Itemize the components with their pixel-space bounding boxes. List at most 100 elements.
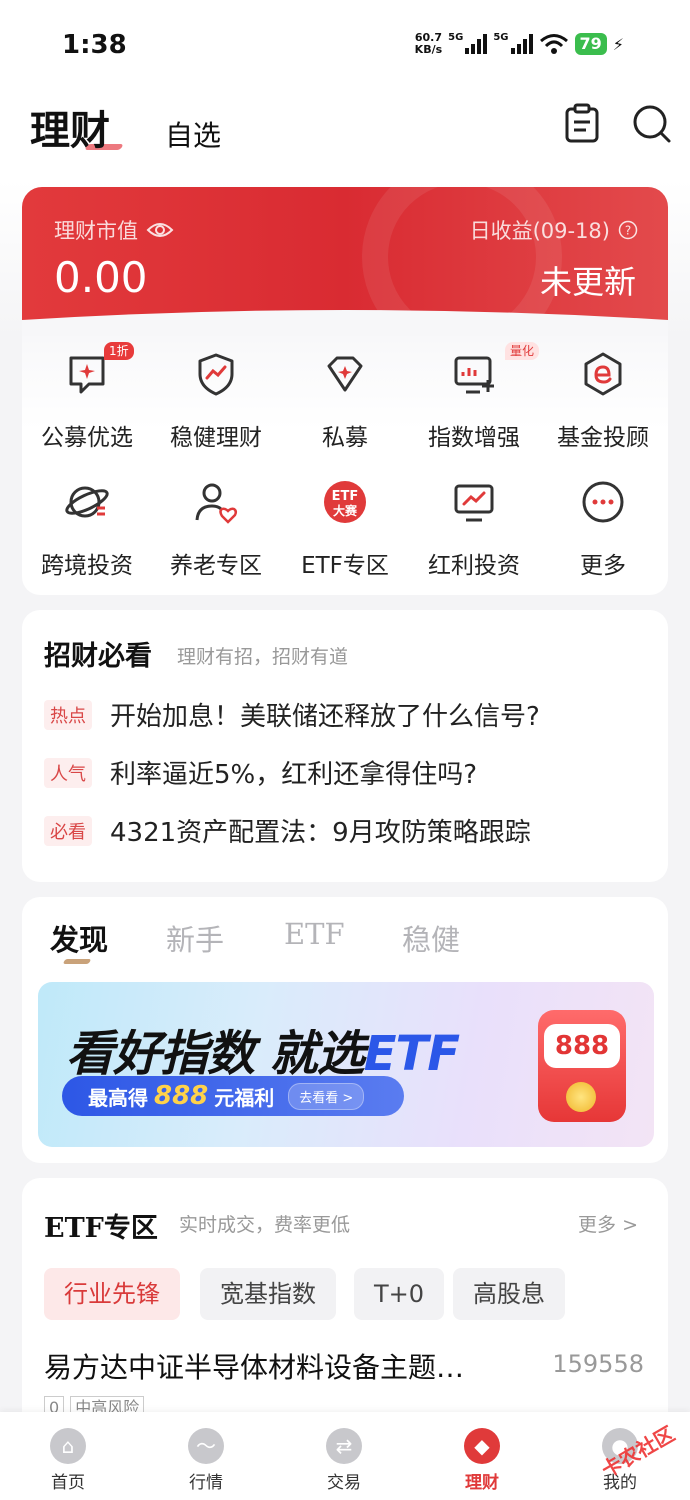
hexagon-e-icon (584, 352, 622, 396)
article-item[interactable]: 人气 利率逼近5%，红利还拿得住吗? (44, 754, 477, 791)
red-envelope-icon: 888 (538, 1010, 626, 1122)
tab-steady[interactable]: 稳健 (402, 917, 460, 959)
grid-label: 公募优选 (41, 425, 133, 451)
banner-go-button[interactable]: 去看看 > (288, 1082, 365, 1110)
grid-badge-discount: 1折 (104, 342, 134, 360)
exchange-icon: ⇄ (326, 1428, 362, 1464)
grid-item-more[interactable]: 更多 (538, 470, 668, 580)
chip-t0[interactable]: T+0 (354, 1268, 445, 1320)
grid-item-steady-wealth[interactable]: 稳健理财 (151, 342, 281, 452)
grid-label: 养老专区 (170, 553, 262, 579)
promo-banner[interactable]: 看好指数 就选ETF 最高得 888 元福利 去看看 > 888 (38, 982, 654, 1147)
market-trend-icon: 〜 (188, 1428, 224, 1464)
daily-income-value: 未更新 (539, 263, 636, 301)
grid-item-cross-border[interactable]: 跨境投资 (22, 470, 152, 580)
tab-watchlist[interactable]: 自选 (165, 114, 221, 154)
must-read-subtitle: 理财有招，招财有道 (177, 646, 349, 668)
battery-indicator: 79 (574, 33, 607, 55)
tab-discover[interactable]: 发现 (50, 917, 108, 959)
status-bar: 1:38 60.7 KB/s 5G 5G 79 ⚡ (0, 0, 690, 90)
grid-item-fund-advisory[interactable]: 基金投顾 (538, 342, 668, 452)
monitor-plus-icon (454, 356, 494, 394)
diamond-icon (327, 356, 363, 392)
monitor-trend-icon (454, 484, 494, 522)
article-tag: 人气 (44, 757, 92, 788)
market-value-label: 理财市值 (54, 215, 174, 245)
svg-text:?: ? (625, 224, 631, 238)
article-title: 开始加息！美联储还释放了什么信号? (110, 702, 540, 732)
market-value: 0.00 (54, 253, 148, 302)
grid-item-private-fund[interactable]: 私募 (280, 342, 410, 452)
article-title: 利率逼近5%，红利还拿得住吗? (110, 760, 478, 790)
grid-label: 更多 (580, 553, 626, 579)
tab-beginner[interactable]: 新手 (166, 917, 224, 959)
help-icon[interactable]: ? (618, 220, 638, 240)
fund-code: 159558 (552, 1350, 644, 1378)
home-icon: ⌂ (50, 1428, 86, 1464)
search-icon[interactable] (630, 102, 674, 146)
grid-label: 跨境投资 (41, 553, 133, 579)
shortcut-grid: 1折 公募优选 稳健理财 私募 量化 指数增强 基金投顾 跨境投资 养老专区 E… (22, 310, 668, 595)
status-time: 1:38 (62, 30, 127, 60)
top-navigation: 理财 自选 (0, 90, 690, 180)
person-heart-icon (195, 483, 238, 524)
article-tag: 热点 (44, 699, 92, 730)
active-tab-indicator (62, 959, 92, 964)
signal-bars-2-icon (510, 34, 533, 54)
wifi-icon (539, 34, 568, 54)
must-read-title: 招财必看 (44, 641, 152, 672)
grid-label: 基金投顾 (557, 425, 649, 451)
network-speed: 60.7 KB/s (414, 31, 443, 56)
grid-item-etf-zone[interactable]: ETF 大赛 ETF专区 (280, 470, 410, 580)
status-indicators: 60.7 KB/s 5G 5G 79 ⚡ (415, 32, 624, 56)
banner-title: 看好指数 就选ETF (66, 1026, 460, 1082)
charging-icon: ⚡ (612, 34, 624, 54)
grid-label: 稳健理财 (170, 425, 262, 451)
nav-wealth[interactable]: ◆ 理财 (432, 1428, 532, 1493)
nav-home[interactable]: ⌂ 首页 (18, 1428, 118, 1493)
etf-more-link[interactable]: 更多 > (578, 1210, 638, 1237)
chip-broad-index[interactable]: 宽基指数 (200, 1268, 336, 1320)
more-icon (582, 481, 624, 523)
grid-badge-quant: 量化 (505, 342, 539, 360)
fund-name[interactable]: 易方达中证半导体材料设备主题… (44, 1346, 544, 1386)
etf-zone-subtitle: 实时成交，费率更低 (179, 1214, 351, 1236)
grid-item-dividend[interactable]: 红利投资 (409, 470, 539, 580)
chip-high-dividend[interactable]: 高股息 (453, 1268, 565, 1320)
grid-item-pension[interactable]: 养老专区 (151, 470, 281, 580)
svg-text:大赛: 大赛 (333, 503, 358, 518)
shield-chart-icon (198, 353, 234, 396)
task-list-icon[interactable] (560, 102, 604, 146)
grid-item-public-fund[interactable]: 1折 公募优选 (22, 342, 152, 452)
daily-income-label: 日收益(09-18) ? (470, 215, 638, 245)
grid-label: 指数增强 (428, 425, 520, 451)
article-title: 4321资产配置法：9月攻防策略跟踪 (110, 818, 531, 848)
planet-icon (65, 486, 109, 518)
etf-contest-icon: ETF大赛 (324, 481, 366, 523)
tab-etf[interactable]: ETF (284, 917, 345, 951)
signal-type-1: 5G (448, 32, 464, 43)
grid-item-index-enhanced[interactable]: 量化 指数增强 (409, 342, 539, 452)
discover-card: 发现 新手 ETF 稳健 看好指数 就选ETF 最高得 888 元福利 去看看 … (22, 897, 668, 1163)
etf-zone-title: ETF专区 (44, 1213, 158, 1244)
etf-zone-card: ETF专区 实时成交，费率更低 更多 > 行业先锋 宽基指数 T+0 高股息 易… (22, 1178, 668, 1438)
hero-curve (22, 310, 668, 336)
article-item[interactable]: 热点 开始加息！美联储还释放了什么信号? (44, 696, 540, 733)
article-tag: 必看 (44, 815, 92, 846)
nav-trade[interactable]: ⇄ 交易 (294, 1428, 394, 1493)
banner-reward-pill[interactable]: 最高得 888 元福利 去看看 > (62, 1076, 404, 1116)
signal-bars-1-icon (465, 34, 488, 54)
coin-icon (566, 1082, 596, 1112)
tab-wealth[interactable]: 理财 (30, 98, 110, 156)
grid-label: 红利投资 (428, 553, 520, 579)
svg-text:ETF: ETF (332, 489, 359, 504)
nav-market[interactable]: 〜 行情 (156, 1428, 256, 1493)
grid-label: ETF专区 (301, 553, 389, 579)
must-read-card: 招财必看 理财有招，招财有道 热点 开始加息！美联储还释放了什么信号? 人气 利… (22, 610, 668, 882)
wealth-diamond-icon: ◆ (464, 1428, 500, 1464)
article-item[interactable]: 必看 4321资产配置法：9月攻防策略跟踪 (44, 812, 531, 849)
eye-icon[interactable] (146, 221, 174, 239)
chip-industry-pioneer[interactable]: 行业先锋 (44, 1268, 180, 1320)
grid-label: 私募 (322, 425, 368, 451)
signal-type-2: 5G (493, 32, 509, 43)
